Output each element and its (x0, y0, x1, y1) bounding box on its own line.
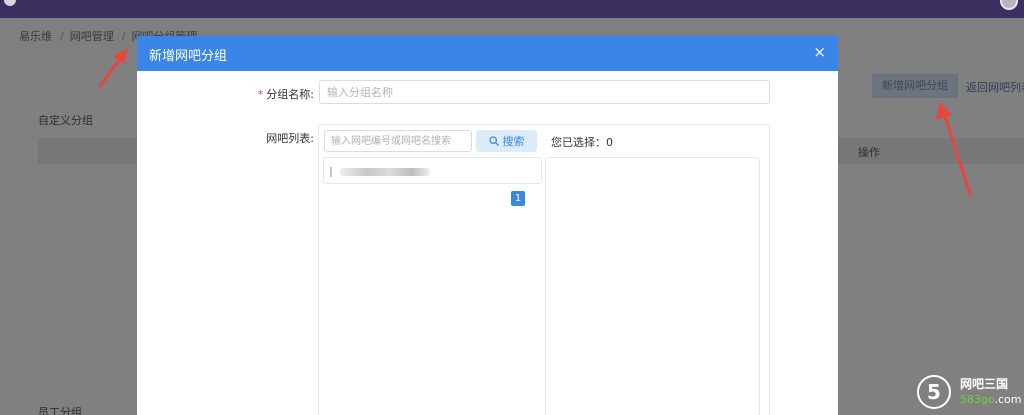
group-name-input[interactable] (319, 80, 770, 104)
pagination-page[interactable]: 1 (511, 191, 525, 206)
close-icon[interactable]: × (813, 43, 826, 61)
watermark-domain: 583go.com (960, 393, 1022, 406)
breadcrumb-item[interactable]: 易乐维 (19, 30, 52, 43)
netbar-list-label: 网吧列表: (266, 132, 314, 145)
logo (4, 0, 16, 6)
required-mark: * (257, 88, 264, 101)
avatar[interactable] (1000, 0, 1018, 10)
custom-group-label: 自定义分组 (38, 114, 93, 127)
group-name-label: * 分组名称: (258, 86, 314, 102)
available-netbar-list (323, 157, 542, 415)
top-bar (0, 0, 1024, 18)
netbar-search-input[interactable] (324, 130, 472, 152)
back-to-list-link[interactable]: 返回网吧列表 (966, 79, 1024, 95)
selected-netbar-list (545, 157, 760, 415)
operation-header: 操作 (858, 146, 880, 159)
group-name-label-text: 分组名称: (266, 88, 314, 101)
dialog-title: 新增网吧分组 (149, 49, 228, 64)
blurred-netbar-name (340, 168, 430, 176)
add-group-dialog: 新增网吧分组 × *分组名称: 网吧列表: 搜索 您已选择：0 1 (137, 36, 838, 415)
dialog-header: 新增网吧分组 × (137, 36, 838, 71)
staff-group-label: 员工分组 (38, 406, 82, 415)
search-button-label: 搜索 (502, 135, 525, 148)
watermark-title: 网吧三国 (960, 377, 1009, 391)
search-icon (488, 136, 499, 146)
list-item[interactable] (323, 157, 542, 184)
search-button[interactable]: 搜索 (476, 130, 537, 152)
breadcrumb-item[interactable]: 网吧管理 (70, 30, 114, 43)
selected-count: 您已选择：0 (551, 136, 613, 149)
annotation-arrow-icon (98, 48, 128, 88)
watermark-badge: 5 (917, 375, 951, 409)
add-group-button[interactable]: 新增网吧分组 (872, 74, 958, 98)
list-item-marker (330, 167, 332, 177)
watermark: 5 网吧三国 583go.com (915, 372, 1024, 415)
annotation-arrow-icon (936, 102, 972, 196)
